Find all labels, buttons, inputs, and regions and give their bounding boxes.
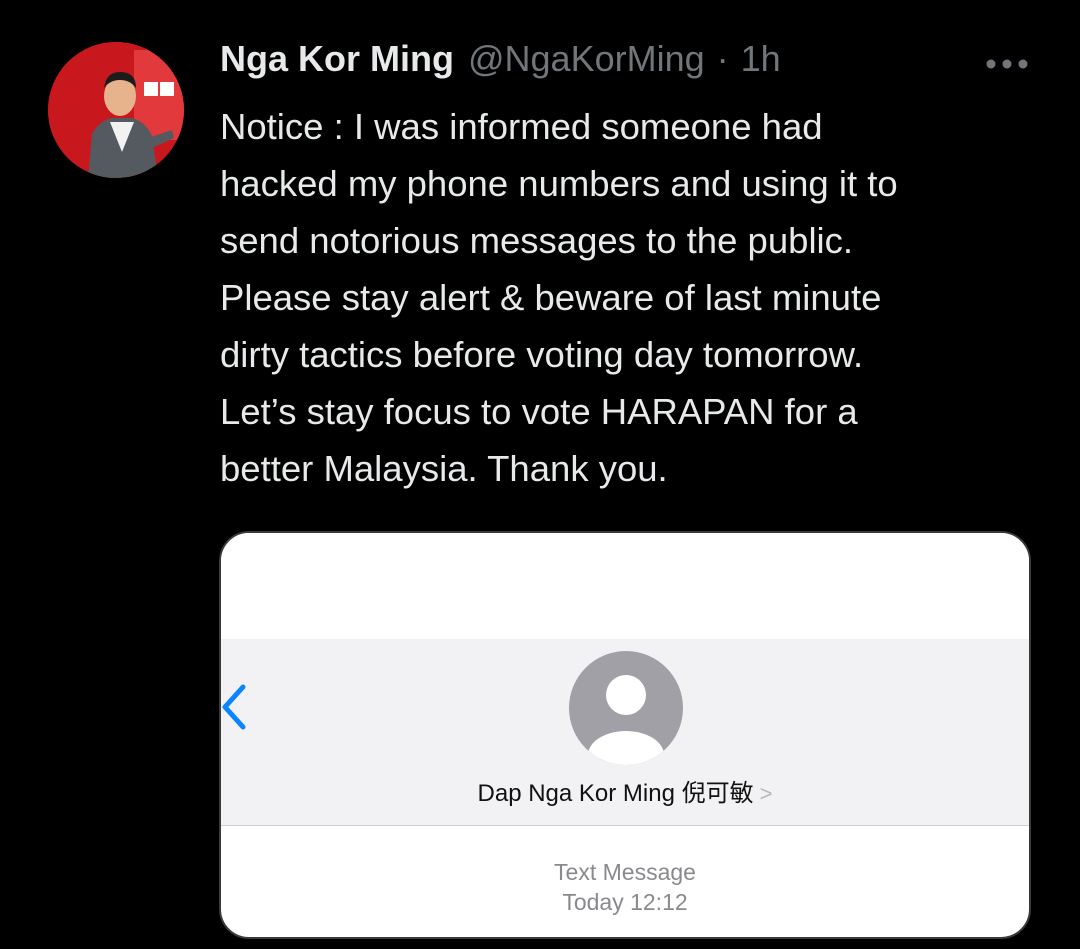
tweet-media-image[interactable]: Dap Nga Kor Ming 倪可敏 > Text Message Today…	[219, 531, 1031, 939]
tweet-text-line: Notice : I was informed someone had	[220, 106, 823, 147]
more-horizontal-icon[interactable]	[984, 56, 1030, 72]
tweet-timestamp[interactable]: 1h	[741, 38, 781, 80]
tweet-text-line: better Malaysia. Thank you.	[220, 448, 668, 489]
person-placeholder-icon	[569, 651, 683, 765]
tweet-text-line: dirty tactics before voting day tomorrow…	[220, 334, 864, 375]
message-timestamp: Today 12:12	[562, 889, 688, 915]
separator-dot: ·	[716, 38, 729, 79]
tweet-text-line: Please stay alert & beware of last minut…	[220, 277, 882, 318]
tweet[interactable]: Nga Kor Ming @NgaKorMing · 1h Notice : I…	[0, 0, 1080, 949]
author-handle[interactable]: @NgaKorMing	[468, 38, 705, 80]
contact-name-row: Dap Nga Kor Ming 倪可敏 >	[221, 773, 1029, 808]
author-avatar[interactable]	[48, 42, 184, 178]
tweet-text-line: Let’s stay focus to vote HARAPAN for a	[220, 391, 858, 432]
chevron-right-icon: >	[759, 781, 773, 806]
author-display-name[interactable]: Nga Kor Ming	[220, 38, 454, 80]
contact-name: Dap Nga Kor Ming 倪可敏	[477, 780, 754, 807]
message-type-label: Text Message	[554, 859, 696, 885]
screenshot-top-area	[221, 533, 1029, 639]
tweet-text-line: hacked my phone numbers and using it to	[220, 163, 898, 204]
tweet-text-line: send notorious messages to the public.	[220, 220, 854, 261]
tweet-header: Nga Kor Ming @NgaKorMing · 1h	[220, 38, 781, 88]
tweet-text: Notice : I was informed someone had hack…	[220, 98, 1040, 497]
message-meta: Text Message Today 12:12	[221, 857, 1029, 917]
back-chevron-icon	[221, 683, 249, 731]
